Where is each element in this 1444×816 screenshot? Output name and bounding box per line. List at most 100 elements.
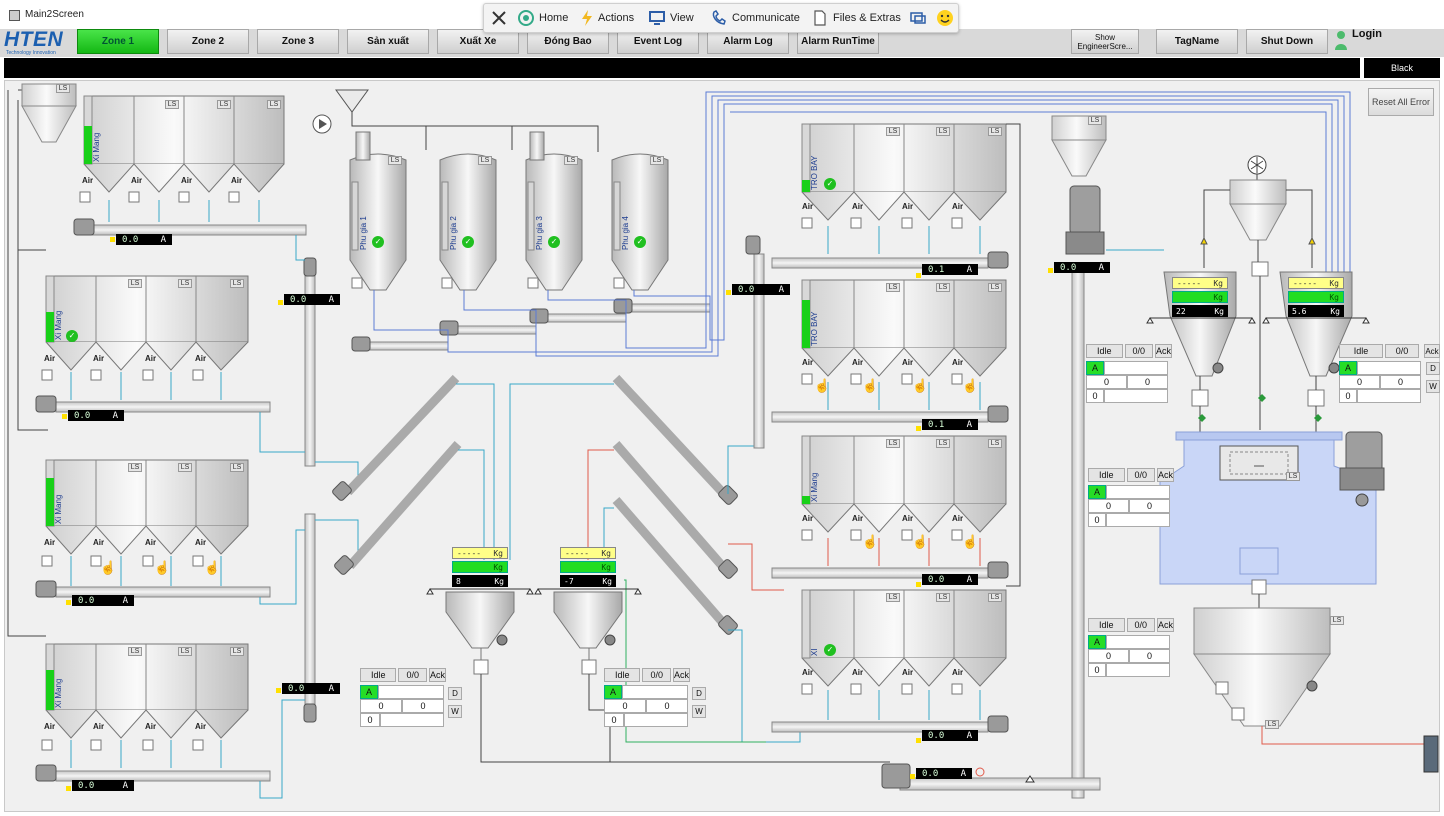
idle-button[interactable]: Idle — [1086, 344, 1123, 358]
status-indicator — [916, 273, 921, 278]
level-switch: LS — [1286, 472, 1300, 481]
air-label: Air — [195, 354, 207, 363]
shutdown-button[interactable]: Shut Down — [1246, 29, 1328, 54]
elevator-current-readout: 0.0 A — [1054, 262, 1110, 273]
auto-button[interactable]: A — [1086, 361, 1104, 375]
ack-button[interactable]: Ack — [1424, 344, 1440, 358]
motor-current-readout: 0.1 A — [922, 264, 978, 275]
tab-zone-1[interactable]: Zone 1 — [77, 29, 159, 54]
close-icon[interactable] — [490, 9, 508, 27]
manual-hand-icon[interactable]: ☝ — [962, 378, 978, 394]
manual-hand-icon[interactable]: ☝ — [912, 534, 928, 550]
toolbar-actions[interactable]: Actions — [598, 12, 634, 24]
status-indicator — [278, 300, 283, 305]
level-switch: LS — [388, 156, 402, 165]
tab-zone-3[interactable]: Zone 3 — [257, 29, 339, 54]
screens-icon[interactable] — [909, 9, 927, 27]
status-indicator — [916, 426, 921, 431]
ack-button[interactable]: Ack — [1154, 344, 1172, 358]
motor-current-readout: 0.0 A — [116, 234, 172, 245]
user-icon — [1335, 31, 1347, 50]
manual-hand-icon[interactable]: ☝ — [862, 534, 878, 550]
level-switch: LS — [128, 647, 142, 656]
auto-button[interactable]: A — [1088, 485, 1106, 499]
login-button[interactable]: Login — [1334, 28, 1434, 54]
theme-label[interactable]: Black — [1364, 58, 1440, 78]
silo-label: Phu gia 1 — [359, 216, 368, 250]
idle-button[interactable]: Idle — [604, 668, 641, 682]
tab-zone-2[interactable]: Zone 2 — [167, 29, 249, 54]
air-label: Air — [131, 176, 143, 185]
toolbar-home[interactable]: Home — [539, 12, 568, 24]
ratio-readout: 0/0 — [1124, 344, 1153, 358]
air-label: Air — [195, 722, 207, 731]
value-cell: 0 — [402, 699, 444, 713]
manual-hand-icon[interactable]: ☝ — [100, 560, 116, 576]
status-indicator — [62, 414, 67, 419]
value-cell: 0 — [604, 713, 624, 727]
ack-button[interactable]: Ack — [1156, 468, 1174, 482]
scale-display: ----- Kg Kg 5.6 Kg — [1288, 277, 1344, 319]
w-button[interactable]: W — [1426, 380, 1440, 393]
auto-button[interactable]: A — [360, 685, 378, 699]
tagname-button[interactable]: TagName — [1156, 29, 1238, 54]
level-switch: LS — [936, 593, 950, 602]
bin-label: TRO BAY — [810, 155, 819, 190]
status-cell — [1357, 361, 1421, 375]
value-cell — [1357, 389, 1421, 403]
show-engineer-button[interactable]: Show EngineerScre... — [1071, 29, 1139, 54]
tab-san-xuat[interactable]: Sản xuất — [347, 29, 429, 54]
idle-button[interactable]: Idle — [1088, 468, 1125, 482]
d-button[interactable]: D — [448, 687, 462, 700]
manual-hand-icon[interactable]: ☝ — [912, 378, 928, 394]
w-button[interactable]: W — [448, 705, 462, 718]
ack-button[interactable]: Ack — [672, 668, 690, 682]
manual-hand-icon[interactable]: ☝ — [154, 560, 170, 576]
bin-label: Xi Mang — [54, 310, 63, 340]
silo-label: Phu gia 3 — [535, 216, 544, 250]
manual-hand-icon[interactable]: ☝ — [962, 534, 978, 550]
idle-button[interactable]: Idle — [1088, 618, 1125, 632]
level-switch: LS — [165, 100, 179, 109]
auto-button[interactable]: A — [604, 685, 622, 699]
ack-button[interactable]: Ack — [1156, 618, 1174, 632]
manual-hand-icon[interactable]: ☝ — [814, 378, 830, 394]
remote-toolbar: Home Actions View Communicate Files & Ex… — [483, 3, 959, 33]
process-canvas — [4, 80, 1440, 812]
batch-control-panel: Idle 0/0 Ack A 00 0 — [1086, 344, 1172, 403]
value-cell: 0 — [1088, 663, 1106, 677]
auto-button[interactable]: A — [1088, 635, 1106, 649]
w-button[interactable]: W — [692, 705, 706, 718]
ratio-readout: 0/0 — [1126, 468, 1155, 482]
scale-display: ----- Kg Kg 22 Kg — [1172, 277, 1228, 319]
manual-hand-icon[interactable]: ☝ — [204, 560, 220, 576]
auto-button[interactable]: A — [1339, 361, 1357, 375]
bin-label: Xi Mang — [54, 678, 63, 708]
motor-current-readout: 0.0 A — [922, 730, 978, 741]
ack-button[interactable]: Ack — [428, 668, 446, 682]
manual-hand-icon[interactable]: ☝ — [862, 378, 878, 394]
air-label: Air — [145, 538, 157, 547]
ratio-readout: 0/0 — [398, 668, 427, 682]
value-cell: 0 — [360, 713, 380, 727]
value-cell: 0 — [1088, 499, 1129, 513]
motor-current-readout: 0.0 A — [72, 780, 134, 791]
toolbar-view[interactable]: View — [670, 12, 694, 24]
status-indicator — [66, 786, 71, 791]
level-switch: LS — [1330, 616, 1344, 625]
d-button[interactable]: D — [692, 687, 706, 700]
reset-all-error-button[interactable]: Reset All Error — [1368, 88, 1434, 116]
smiley-icon[interactable] — [936, 9, 954, 27]
d-button[interactable]: D — [1426, 362, 1440, 375]
air-label: Air — [802, 668, 814, 677]
level-switch: LS — [988, 593, 1002, 602]
idle-button[interactable]: Idle — [1339, 344, 1383, 358]
air-label: Air — [231, 176, 243, 185]
idle-button[interactable]: Idle — [360, 668, 397, 682]
value-cell: 0 — [1339, 375, 1380, 389]
status-cell — [1106, 485, 1170, 499]
air-label: Air — [145, 354, 157, 363]
level-switch: LS — [886, 127, 900, 136]
toolbar-communicate[interactable]: Communicate — [732, 12, 800, 24]
toolbar-files[interactable]: Files & Extras — [833, 12, 901, 24]
